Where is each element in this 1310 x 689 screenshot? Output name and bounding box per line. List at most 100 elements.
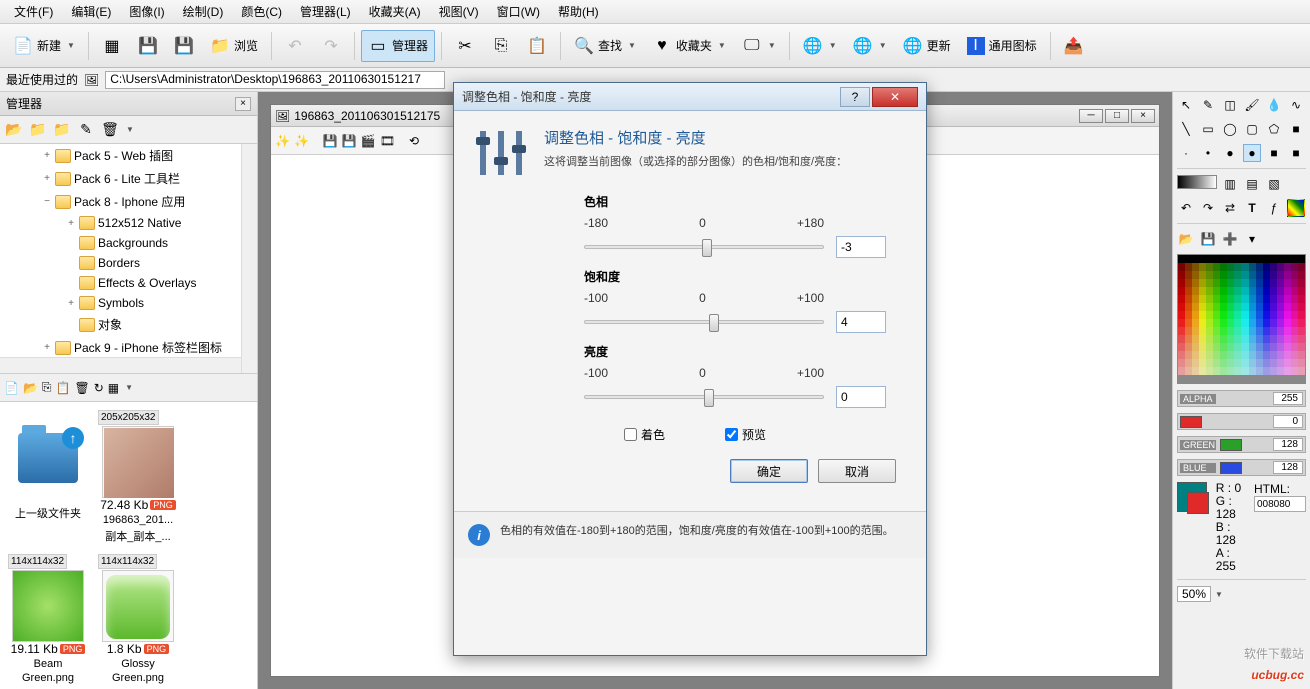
doc-tool-3[interactable]: 💾 (323, 134, 338, 148)
doc-tool-7[interactable]: ⟲ (409, 134, 419, 148)
web-button-2[interactable]: 🌐▼ (846, 30, 894, 62)
dialog-help-button[interactable]: ? (840, 87, 870, 107)
pointer-tool[interactable]: ↖ (1177, 96, 1195, 114)
undo-button[interactable]: ↶ (278, 30, 312, 62)
ok-button[interactable]: 确定 (730, 459, 808, 483)
thumb-delete-button[interactable]: 🗑 (74, 381, 89, 395)
folder-tree[interactable]: +Pack 5 - Web 插图+Pack 6 - Lite 工具栏−Pack … (0, 144, 257, 374)
add-tool[interactable]: ➕ (1221, 230, 1239, 248)
addr-path[interactable]: C:\Users\Administrator\Desktop\196863_20… (105, 71, 445, 89)
ellipse-tool[interactable]: ◯ (1221, 120, 1239, 138)
open-folder-button[interactable]: 📂 (4, 120, 24, 140)
blue-channel[interactable]: BLUE128 (1177, 459, 1306, 476)
saturation-slider[interactable] (584, 320, 824, 324)
flip-tool[interactable]: ⇄ (1221, 199, 1239, 217)
new-button[interactable]: 📄新建▼ (6, 30, 82, 62)
menu-manager[interactable]: 管理器(L) (292, 0, 359, 23)
rect-tool[interactable]: ▭ (1199, 120, 1217, 138)
picker-tool[interactable]: 💧 (1265, 96, 1283, 114)
export-button[interactable]: 📤 (1057, 30, 1091, 62)
doc-tool-2[interactable]: ✨ (294, 134, 309, 148)
cancel-button[interactable]: 取消 (818, 459, 896, 483)
redo-button[interactable]: ↷ (314, 30, 348, 62)
doc-max-button[interactable]: □ (1105, 109, 1129, 123)
folder-button[interactable]: 📁 (28, 120, 48, 140)
text-tool[interactable]: T (1243, 199, 1261, 217)
menu-color[interactable]: 颜色(C) (233, 0, 290, 23)
cut-button[interactable]: ✂ (448, 30, 482, 62)
eraser-tool[interactable]: ◫ (1221, 96, 1239, 114)
delete-button[interactable]: 🗑 (100, 120, 120, 140)
display-button[interactable]: 🖵▼ (735, 30, 783, 62)
tree-node[interactable]: Borders (0, 253, 257, 273)
alpha-channel[interactable]: ALPHA255 (1177, 390, 1306, 407)
browse-button[interactable]: 📁浏览 (203, 30, 265, 62)
doc-close-button[interactable]: × (1131, 109, 1155, 123)
color-palette[interactable] (1177, 254, 1306, 384)
tree-node[interactable]: −Pack 8 - Iphone 应用 (0, 190, 257, 213)
paste-button[interactable]: 📋 (520, 30, 554, 62)
menu-draw[interactable]: 绘制(D) (175, 0, 232, 23)
web-button[interactable]: 🌐▼ (796, 30, 844, 62)
doc-min-button[interactable]: ─ (1079, 109, 1103, 123)
thumb-refresh-button[interactable]: ↻ (94, 381, 104, 395)
brush-tool[interactable]: 🖌 (1243, 96, 1261, 114)
up-folder-thumb[interactable]: ↑ 上一级文件夹 (8, 410, 88, 544)
secondary-color[interactable] (1187, 492, 1209, 514)
zoom-value[interactable]: 50% (1177, 586, 1211, 602)
grid-view-button[interactable]: ▦ (95, 30, 129, 62)
tree-node[interactable]: +Pack 9 - iPhone 标签栏图标 (0, 336, 257, 359)
menu-favorites[interactable]: 收藏夹(A) (361, 0, 429, 23)
menu-file[interactable]: 文件(F) (6, 0, 61, 23)
size-3[interactable]: ● (1221, 144, 1239, 162)
save-tool[interactable]: 💾 (1199, 230, 1217, 248)
open-tool[interactable]: 📂 (1177, 230, 1195, 248)
rotate-l[interactable]: ↶ (1177, 199, 1195, 217)
hue-slider[interactable] (584, 245, 824, 249)
roundrect-tool[interactable]: ▢ (1243, 120, 1261, 138)
new-folder-button[interactable]: 📁 (52, 120, 72, 140)
red-channel[interactable]: 0 (1177, 413, 1306, 430)
html-color-input[interactable] (1254, 496, 1306, 512)
pencil-tool[interactable]: ✎ (1199, 96, 1217, 114)
size-1[interactable]: · (1177, 144, 1195, 162)
thumb-open-button[interactable]: 📂 (23, 381, 38, 395)
tree-scrollbar-h[interactable] (0, 357, 241, 373)
size-4[interactable]: ● (1243, 144, 1261, 162)
thumb-view-button[interactable]: ▦ (108, 381, 119, 395)
tree-node[interactable]: Backgrounds (0, 233, 257, 253)
thumb-paste-button[interactable]: 📋 (56, 381, 71, 395)
line-tool[interactable]: ╲ (1177, 120, 1195, 138)
thumb-item-1[interactable]: 114x114x32 19.11 KbPNG Beam Green.png (8, 554, 88, 684)
brightness-input[interactable] (836, 386, 886, 408)
poly-tool[interactable]: ⬠ (1265, 120, 1283, 138)
manager-button[interactable]: ▭管理器 (361, 30, 435, 62)
save-as-button[interactable]: 💾 (167, 30, 201, 62)
size-5[interactable]: ■ (1265, 144, 1283, 162)
color-tool[interactable] (1287, 199, 1305, 217)
thumb-new-button[interactable]: 📄 (4, 381, 19, 395)
thumb-item-2[interactable]: 114x114x32 1.8 KbPNG Glossy Green.png (98, 554, 178, 684)
gradient-swatch[interactable] (1177, 175, 1217, 189)
saturation-input[interactable] (836, 311, 886, 333)
menu-edit[interactable]: 编辑(E) (63, 0, 119, 23)
brightness-slider[interactable] (584, 395, 824, 399)
copy-button[interactable]: ⎘ (484, 30, 518, 62)
doc-tool-4[interactable]: 💾 (342, 134, 357, 148)
thumb-copy-button[interactable]: ⎘ (42, 380, 52, 395)
fx-tool[interactable]: ƒ (1265, 199, 1283, 217)
save-button[interactable]: 💾 (131, 30, 165, 62)
rotate-r[interactable]: ↷ (1199, 199, 1217, 217)
size-2[interactable]: • (1199, 144, 1217, 162)
favorites-button[interactable]: ♥收藏夹▼ (645, 30, 733, 62)
generic-icon-button[interactable]: I通用图标 (960, 30, 1044, 62)
grad-tool-3[interactable]: ▧ (1265, 175, 1283, 193)
tree-node[interactable]: +Pack 6 - Lite 工具栏 (0, 167, 257, 190)
tree-node[interactable]: +Pack 5 - Web 插图 (0, 144, 257, 167)
fill-rect-tool[interactable]: ■ (1287, 120, 1305, 138)
panel-close-button[interactable]: × (235, 97, 251, 111)
tree-node[interactable]: Effects & Overlays (0, 273, 257, 293)
thumb-item-0[interactable]: 205x205x32 72.48 KbPNG 196863_201... 副本_… (98, 410, 178, 544)
green-channel[interactable]: GREEN128 (1177, 436, 1306, 453)
tree-scrollbar-v[interactable] (241, 144, 257, 373)
